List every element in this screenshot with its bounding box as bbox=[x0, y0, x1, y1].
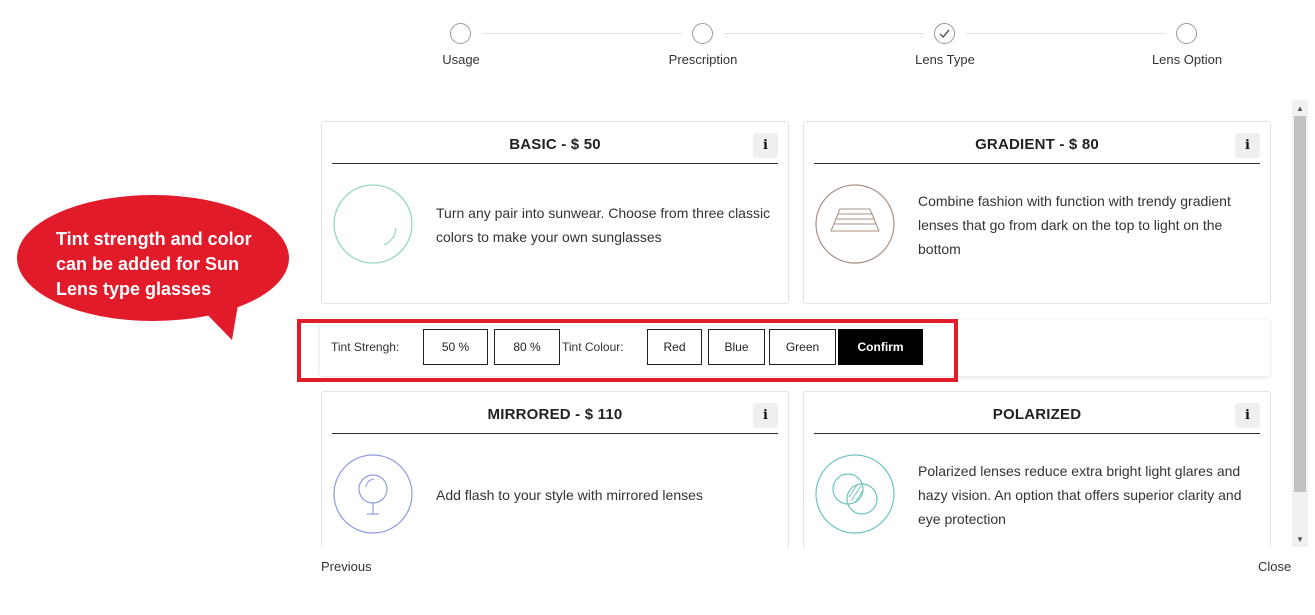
step-usage-label[interactable]: Usage bbox=[442, 52, 480, 67]
previous-link[interactable]: Previous bbox=[321, 559, 372, 574]
lens-card-basic[interactable]: BASIC - $ 50 i Turn any pair into sunwea… bbox=[321, 121, 789, 304]
progress-stepper: Usage Prescription Lens Type Lens Option bbox=[0, 0, 1315, 90]
step-connector bbox=[724, 33, 924, 34]
step-lens-option-indicator[interactable] bbox=[1176, 23, 1197, 44]
mirror-icon bbox=[333, 454, 413, 534]
annotation-callout: Tint strength and color can be added for… bbox=[16, 193, 291, 343]
tint-panel-highlight bbox=[297, 319, 958, 382]
card-title: MIRRORED - $ 110 bbox=[332, 392, 778, 434]
card-description: Turn any pair into sunwear. Choose from … bbox=[436, 205, 771, 245]
gradient-lens-icon bbox=[815, 184, 895, 264]
info-button[interactable]: i bbox=[753, 403, 778, 428]
step-prescription-label[interactable]: Prescription bbox=[669, 52, 738, 67]
lens-card-gradient[interactable]: GRADIENT - $ 80 i Combine fashion with f… bbox=[803, 121, 1271, 304]
checkmark-icon bbox=[939, 29, 950, 39]
step-lens-option-label[interactable]: Lens Option bbox=[1152, 52, 1222, 67]
sun-lens-circle-icon bbox=[333, 184, 413, 264]
close-link[interactable]: Close bbox=[1258, 559, 1291, 574]
step-lens-type-indicator[interactable] bbox=[934, 23, 955, 44]
scroll-down-icon[interactable]: ▼ bbox=[1292, 532, 1308, 546]
scrollbar-thumb[interactable] bbox=[1294, 116, 1306, 492]
card-description: Add flash to your style with mirrored le… bbox=[436, 487, 703, 503]
card-title: BASIC - $ 50 bbox=[332, 122, 778, 164]
info-button[interactable]: i bbox=[753, 133, 778, 158]
card-description: Combine fashion with function with trend… bbox=[918, 193, 1231, 257]
card-description: Polarized lenses reduce extra bright lig… bbox=[918, 463, 1242, 527]
info-button[interactable]: i bbox=[1235, 403, 1260, 428]
step-connector bbox=[482, 33, 682, 34]
step-usage-indicator[interactable] bbox=[450, 23, 471, 44]
card-title: POLARIZED bbox=[814, 392, 1260, 434]
callout-text: Tint strength and color can be added for… bbox=[56, 229, 252, 299]
step-prescription-indicator[interactable] bbox=[692, 23, 713, 44]
polarized-lens-icon bbox=[815, 454, 895, 534]
card-title: GRADIENT - $ 80 bbox=[814, 122, 1260, 164]
scroll-up-icon[interactable]: ▲ bbox=[1292, 101, 1308, 115]
info-button[interactable]: i bbox=[1235, 133, 1260, 158]
lens-card-mirrored[interactable]: MIRRORED - $ 110 i Add flash to your sty… bbox=[321, 391, 789, 547]
step-lens-type-label[interactable]: Lens Type bbox=[915, 52, 975, 67]
lens-card-polarized[interactable]: POLARIZED i Polarized lenses reduce extr… bbox=[803, 391, 1271, 547]
step-connector bbox=[966, 33, 1166, 34]
vertical-scrollbar[interactable]: ▲ ▼ bbox=[1292, 100, 1308, 547]
